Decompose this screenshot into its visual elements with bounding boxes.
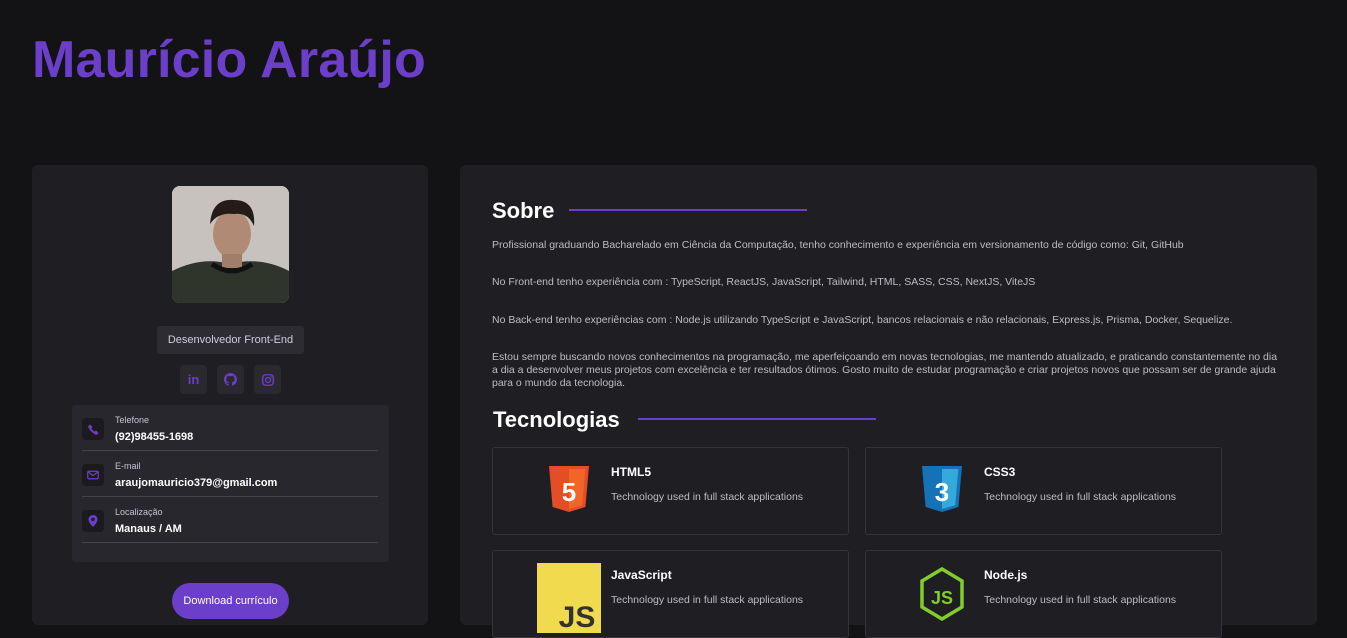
- contact-item-location: Localização Manaus / AM: [82, 497, 378, 543]
- mail-icon: [82, 464, 104, 486]
- contact-label: Telefone: [115, 415, 150, 425]
- location-pin-icon: [82, 510, 104, 532]
- about-paragraph: No Front-end tenho experiência com : Typ…: [492, 276, 1036, 288]
- javascript-icon: JS: [537, 563, 601, 633]
- svg-text:5: 5: [562, 477, 576, 507]
- linkedin-icon: in: [187, 372, 200, 387]
- about-paragraph: No Back-end tenho experiências com : Nod…: [492, 314, 1233, 326]
- tech-description: Technology used in full stack applicatio…: [984, 594, 1177, 606]
- tech-name: JavaScript: [611, 568, 672, 582]
- tech-name: HTML5: [611, 465, 651, 479]
- phone-value: (92)98455-1698: [115, 431, 194, 443]
- linkedin-button[interactable]: in: [180, 365, 207, 394]
- html5-icon: 5: [549, 466, 589, 512]
- svg-text:JS: JS: [931, 588, 953, 608]
- profile-card: Desenvolvedor Front-End in Telefone (92)…: [32, 165, 428, 625]
- tech-card-javascript[interactable]: JS JavaScript Technology used in full st…: [492, 550, 849, 638]
- page-title: Maurício Araújo: [32, 31, 427, 89]
- svg-text:JS: JS: [559, 601, 596, 633]
- tech-card-css3[interactable]: 3 CSS3 Technology used in full stack app…: [865, 447, 1222, 535]
- location-value: Manaus / AM: [115, 523, 182, 535]
- contact-label: E-mail: [115, 461, 141, 471]
- phone-icon: [82, 418, 104, 440]
- nodejs-icon: JS: [920, 567, 964, 621]
- svg-text:3: 3: [935, 477, 949, 507]
- about-title: Sobre: [492, 198, 555, 223]
- about-paragraph: Profissional graduando Bacharelado em Ci…: [492, 239, 1184, 251]
- contact-item-phone: Telefone (92)98455-1698: [82, 405, 378, 451]
- github-icon: [224, 373, 237, 386]
- tech-card-nodejs[interactable]: JS Node.js Technology used in full stack…: [865, 550, 1222, 638]
- contact-item-email: E-mail araujomauricio379@gmail.com: [82, 451, 378, 497]
- tech-name: Node.js: [984, 568, 1028, 582]
- tech-card-html5[interactable]: 5 HTML5 Technology used in full stack ap…: [492, 447, 849, 535]
- about-paragraph: Estou sempre buscando novos conhecimento…: [492, 351, 1278, 389]
- github-button[interactable]: [217, 365, 244, 394]
- tech-name: CSS3: [984, 465, 1016, 479]
- main-panel: Sobre Profissional graduando Bacharelado…: [460, 165, 1317, 638]
- instagram-icon: [261, 373, 274, 386]
- tech-description: Technology used in full stack applicatio…: [611, 594, 804, 606]
- technologies-title: Tecnologias: [493, 407, 620, 432]
- avatar: [172, 186, 289, 303]
- contact-label: Localização: [115, 507, 163, 517]
- tech-description: Technology used in full stack applicatio…: [611, 491, 804, 503]
- email-value: araujomauricio379@gmail.com: [115, 477, 278, 489]
- download-cv-button[interactable]: Download currículo: [172, 583, 289, 619]
- about-title-underline: [569, 209, 807, 211]
- css3-icon: 3: [922, 466, 962, 512]
- contact-info: Telefone (92)98455-1698 E-mail araujomau…: [72, 405, 389, 562]
- role-tag: Desenvolvedor Front-End: [157, 326, 304, 354]
- tech-description: Technology used in full stack applicatio…: [984, 491, 1177, 503]
- technologies-title-underline: [638, 418, 876, 420]
- instagram-button[interactable]: [254, 365, 281, 394]
